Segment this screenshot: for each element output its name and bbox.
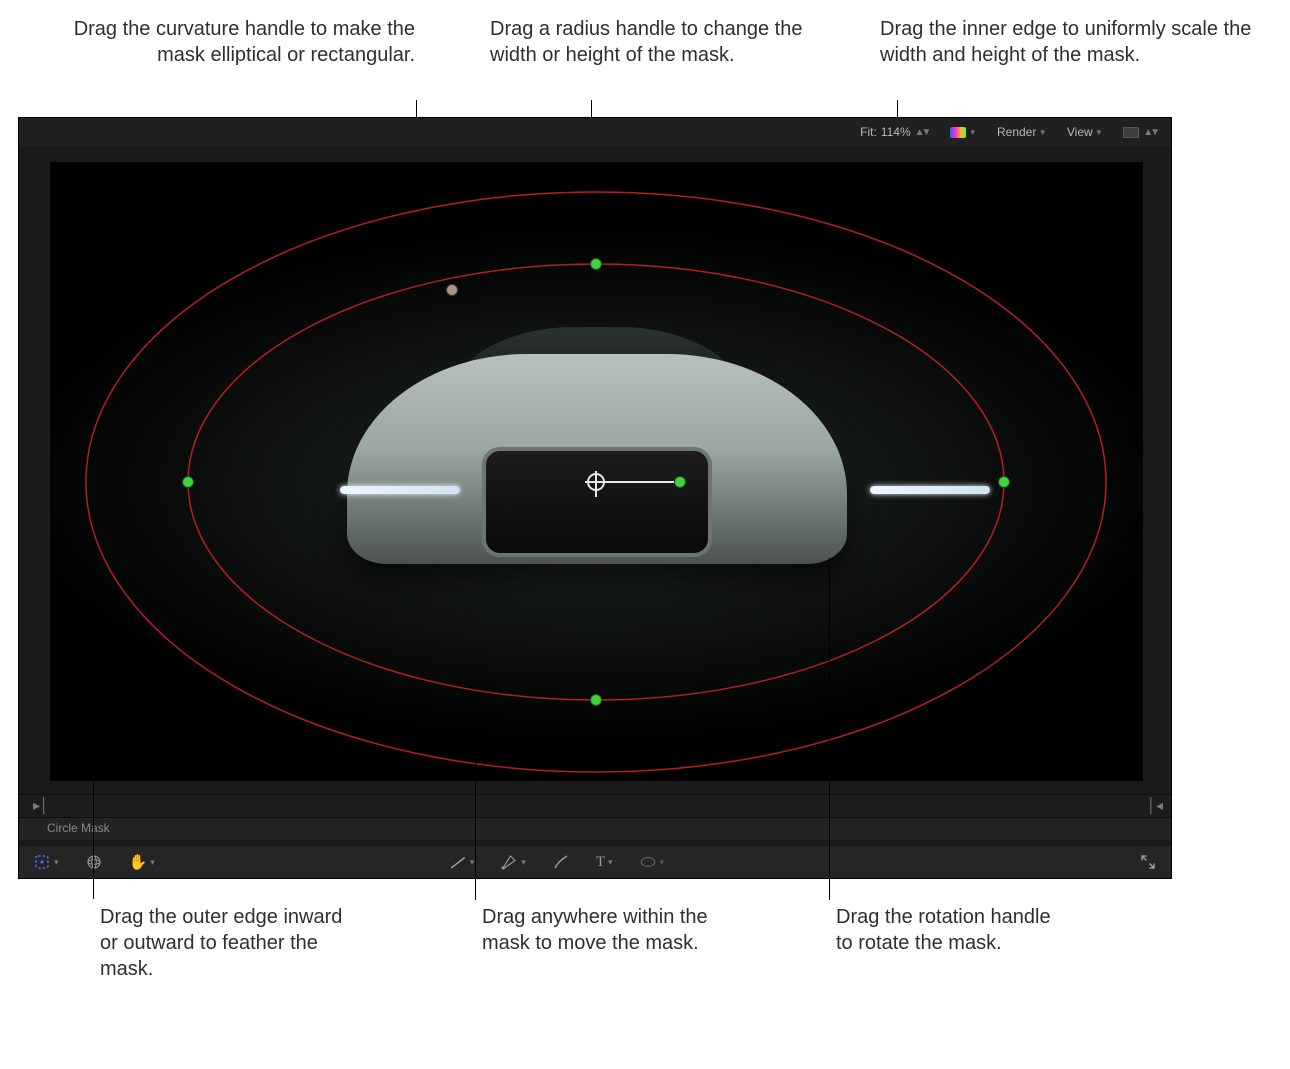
- render-menu[interactable]: Render ▾: [993, 123, 1049, 141]
- canvas-tools-toolbar: ▾ ✋ ▾ ▾ ▾: [19, 846, 1171, 878]
- stepper-icon: ▲▼: [915, 127, 929, 138]
- view-menu[interactable]: View ▾: [1063, 123, 1105, 141]
- chevron-down-icon: ▾: [970, 127, 975, 138]
- fit-label: Fit:: [860, 125, 877, 139]
- radius-handle-top[interactable]: [590, 258, 602, 270]
- color-channel-menu[interactable]: ▾: [946, 125, 979, 140]
- ellipse-mask-icon: [639, 853, 657, 871]
- viewer-layout-menu[interactable]: ▲▼: [1119, 125, 1161, 140]
- car-headlight-right: [870, 486, 990, 494]
- transform-icon: [33, 853, 51, 871]
- view-label: View: [1067, 125, 1093, 139]
- callout-curvature: Drag the curvature handle to make the ma…: [45, 16, 415, 68]
- chevron-down-icon: ▾: [470, 857, 475, 868]
- callout-rotate: Drag the rotation handle to rotate the m…: [836, 904, 1066, 956]
- callout-move: Drag anywhere within the mask to move th…: [482, 904, 722, 956]
- color-swatch-icon: [950, 127, 966, 138]
- 3d-transform-tool[interactable]: [81, 850, 107, 874]
- radius-handle-right[interactable]: [998, 476, 1010, 488]
- radius-handle-bottom[interactable]: [590, 694, 602, 706]
- viewer-window: Fit: 114% ▲▼ ▾ Render ▾ View ▾ ▲▼: [18, 117, 1172, 879]
- rotation-handle[interactable]: [674, 476, 686, 488]
- line-icon: [449, 853, 467, 871]
- pan-hand-tool[interactable]: ✋ ▾: [125, 852, 159, 873]
- line-shape-tool[interactable]: ▾: [445, 850, 479, 874]
- playhead-out-icon[interactable]: │◂: [1147, 797, 1163, 814]
- car-grille: [482, 447, 712, 557]
- chevron-down-icon: ▾: [608, 857, 613, 868]
- viewer-top-toolbar: Fit: 114% ▲▼ ▾ Render ▾ View ▾ ▲▼: [19, 118, 1171, 146]
- expand-icon: [1139, 853, 1157, 871]
- radius-handle-left[interactable]: [182, 476, 194, 488]
- fit-value: 114%: [881, 125, 911, 139]
- selected-object-label: Circle Mask: [47, 821, 110, 835]
- pen-tool[interactable]: ▾: [496, 850, 530, 874]
- mask-center-anchor[interactable]: [587, 473, 605, 491]
- callout-radius: Drag a radius handle to change the width…: [490, 16, 820, 68]
- car-headlight-left: [340, 486, 460, 494]
- render-label: Render: [997, 125, 1036, 139]
- chevron-down-icon: ▾: [1040, 127, 1045, 138]
- mini-timeline[interactable]: ▸│ │◂: [19, 794, 1171, 818]
- layout-swatch-icon: [1123, 127, 1139, 138]
- callout-outer: Drag the outer edge inward or outward to…: [100, 904, 360, 982]
- rotation-handle-line: [605, 481, 677, 483]
- curvature-handle[interactable]: [446, 284, 458, 296]
- chevron-down-icon: ▾: [150, 857, 155, 868]
- hand-icon: ✋: [129, 855, 148, 870]
- chevron-down-icon: ▾: [660, 857, 665, 868]
- callout-inner: Drag the inner edge to uniformly scale t…: [880, 16, 1280, 68]
- playhead-in-icon[interactable]: ▸│: [33, 797, 49, 814]
- paint-stroke-tool[interactable]: [548, 850, 574, 874]
- chevron-down-icon: ▾: [54, 857, 59, 868]
- canvas[interactable]: [50, 162, 1143, 781]
- mask-shape-tool[interactable]: ▾: [635, 850, 669, 874]
- selection-label-row: Circle Mask: [19, 818, 1171, 840]
- brush-icon: [552, 853, 570, 871]
- transform-tool[interactable]: ▾: [29, 850, 63, 874]
- text-icon: T: [596, 855, 605, 870]
- chevron-down-icon: ▾: [1097, 127, 1102, 138]
- pen-icon: [500, 853, 518, 871]
- chevron-down-icon: ▾: [521, 857, 526, 868]
- globe-3d-icon: [85, 853, 103, 871]
- fit-zoom-control[interactable]: Fit: 114% ▲▼: [856, 123, 932, 141]
- stepper-icon: ▲▼: [1143, 127, 1157, 138]
- text-tool[interactable]: T ▾: [592, 852, 617, 873]
- fullscreen-toggle[interactable]: [1135, 850, 1161, 874]
